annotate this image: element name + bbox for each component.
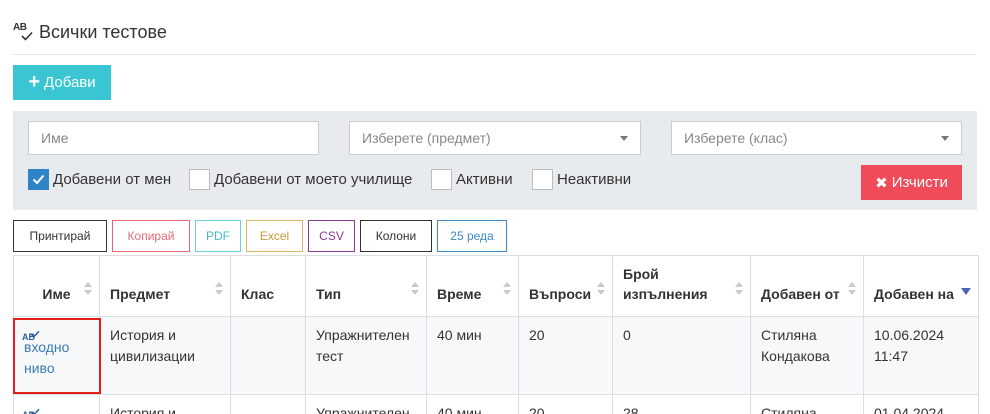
cell-runs: 0 [612, 316, 751, 395]
print-button[interactable]: Принтирай [13, 220, 107, 252]
cell-date: 01.04.2024 [863, 394, 979, 414]
checkbox-added-by-me[interactable]: Добавени от мен [28, 169, 171, 190]
class-select[interactable]: Изберете (клас) [671, 121, 962, 155]
checkbox-label: Добавени от мен [53, 171, 172, 188]
tests-table: Име Предмет Клас Тип Време Въпроси Брой … [13, 255, 979, 414]
column-header-subject[interactable]: Предмет [99, 255, 231, 317]
columns-button[interactable]: Колони [360, 220, 432, 252]
sort-icon [84, 282, 92, 296]
checkbox-active[interactable]: Активни [431, 169, 513, 190]
pdf-button[interactable]: PDF [195, 220, 241, 252]
column-header-runs[interactable]: Брой изпълнения [612, 255, 751, 317]
subject-select[interactable]: Изберете (предмет) [349, 121, 641, 155]
subject-select-placeholder: Изберете (предмет) [362, 130, 491, 146]
add-test-button[interactable]: + Добави [13, 65, 111, 100]
ab-check-icon: AB [22, 403, 89, 414]
cell-type: Упражнителен тест [305, 316, 427, 395]
cell-subject: История и [99, 394, 231, 414]
excel-button[interactable]: Excel [246, 220, 303, 252]
cell-class [230, 394, 306, 414]
table-header-row: Име Предмет Клас Тип Време Въпроси Брой … [13, 255, 979, 317]
checkbox-added-by-school[interactable]: Добавени от моето училище [189, 169, 412, 190]
chevron-down-icon [941, 136, 949, 141]
clear-button-label: Изчисти [891, 174, 948, 191]
checkbox-label: Активни [456, 171, 513, 188]
copy-button[interactable]: Копирай [112, 220, 190, 252]
sort-icon [215, 282, 223, 296]
cell-author: Стиляна Кондакова [750, 316, 864, 395]
cell-name: AB [13, 394, 100, 414]
cell-type: Упражнителен [305, 394, 427, 414]
plus-icon: + [28, 70, 41, 93]
sort-icon [503, 282, 511, 296]
chevron-down-icon [620, 136, 628, 141]
cell-name: AB входно ниво [13, 316, 100, 395]
cell-runs: 28 [612, 394, 751, 414]
checkbox-checked-icon[interactable] [28, 169, 49, 190]
checkbox-box[interactable] [189, 169, 210, 190]
page-header: AB Всички тестове [13, 14, 976, 55]
sort-desc-icon [961, 288, 971, 295]
column-header-questions[interactable]: Въпроси [518, 255, 613, 317]
cell-subject: История и цивилизации [99, 316, 231, 395]
csv-button[interactable]: CSV [308, 220, 355, 252]
cell-author: Стиляна [750, 394, 864, 414]
close-icon: ✖ [875, 174, 888, 192]
clear-filters-button[interactable]: ✖ Изчисти [861, 165, 962, 200]
test-name-link[interactable]: входно ниво [24, 337, 89, 379]
rows-per-page-button[interactable]: 25 реда [437, 220, 507, 252]
add-button-label: Добави [44, 74, 96, 91]
checkbox-label: Добавени от моето училище [214, 171, 413, 188]
column-header-date[interactable]: Добавен на [863, 255, 979, 317]
cell-date: 10.06.2024 11:47 [863, 316, 979, 395]
filter-panel: Име Изберете (предмет) Изберете (клас) Д… [13, 111, 977, 210]
sort-icon [597, 282, 605, 296]
class-select-placeholder: Изберете (клас) [684, 130, 788, 146]
name-filter-placeholder: Име [41, 130, 69, 146]
export-toolbar: Принтирай Копирай PDF Excel CSV Колони 2… [13, 220, 507, 252]
sort-icon [848, 282, 856, 296]
column-header-class[interactable]: Клас [230, 255, 306, 317]
cell-questions: 20 [518, 316, 613, 395]
ab-check-icon: AB [22, 325, 89, 342]
cell-time: 40 мин [426, 316, 519, 395]
column-header-time[interactable]: Време [426, 255, 519, 317]
column-header-type[interactable]: Тип [305, 255, 427, 317]
cell-class [230, 316, 306, 395]
column-header-name[interactable]: Име [13, 255, 100, 317]
checkbox-label: Неактивни [557, 171, 632, 188]
cell-questions: 20 [518, 394, 613, 414]
column-header-author[interactable]: Добавен от [750, 255, 864, 317]
page-title: Всички тестове [39, 21, 167, 42]
sort-icon [411, 282, 419, 296]
table-row: AB История и Упражнителен 40 мин 20 28 С… [13, 394, 979, 414]
checkbox-box[interactable] [532, 169, 553, 190]
cell-time: 40 мин [426, 394, 519, 414]
name-filter-input[interactable]: Име [28, 121, 319, 155]
checkbox-inactive[interactable]: Неактивни [532, 169, 631, 190]
sort-icon [735, 282, 743, 296]
ab-check-icon: AB [13, 23, 35, 45]
checkbox-box[interactable] [431, 169, 452, 190]
table-row: AB входно ниво История и цивилизации Упр… [13, 316, 979, 395]
